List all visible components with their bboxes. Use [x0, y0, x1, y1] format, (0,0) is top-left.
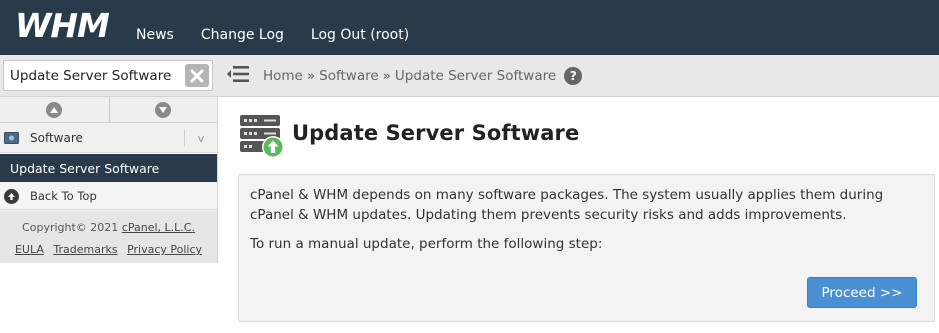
copyright-text: Copyright© 2021 [22, 221, 119, 234]
scroll-up-button[interactable] [0, 97, 109, 123]
back-to-top-label: Back To Top [30, 189, 97, 203]
copyright: Copyright© 2021 cPanel, L.L.C. [0, 221, 217, 234]
svg-text:WHM: WHM [15, 9, 110, 41]
search-input[interactable] [4, 61, 182, 90]
proceed-button[interactable]: Proceed >> [807, 277, 917, 308]
description-text: cPanel & WHM depends on many software pa… [250, 187, 884, 223]
sidebar-category-software[interactable]: Software v [0, 124, 217, 153]
software-icon [4, 132, 19, 144]
content-panel: cPanel & WHM depends on many software pa… [238, 174, 935, 322]
breadcrumb-software[interactable]: Software [319, 68, 379, 84]
back-to-top-link[interactable]: Back To Top [0, 183, 217, 210]
chevron-up-icon [46, 102, 63, 118]
sub-bar: Home » Software » Update Server Software… [0, 55, 939, 97]
breadcrumb-separator: » [382, 67, 391, 84]
help-icon[interactable]: ? [564, 66, 583, 85]
top-nav: News Change Log Log Out (root) [136, 0, 436, 55]
top-bar: WHM News Change Log Log Out (root) [0, 0, 939, 55]
breadcrumb-home[interactable]: Home [263, 68, 303, 84]
sidebar-footer: Copyright© 2021 cPanel, L.L.C. EULA Trad… [0, 211, 217, 263]
company-link[interactable]: cPanel, L.L.C. [122, 221, 195, 234]
chevron-down-icon [155, 102, 172, 118]
sidebar-item-update-server-software[interactable]: Update Server Software [0, 154, 217, 182]
sidebar-nav-buttons [0, 97, 217, 123]
search-box [3, 60, 213, 91]
menu-toggle-icon[interactable] [226, 64, 250, 84]
page-title: Update Server Software [292, 121, 580, 145]
instruction-text: To run a manual update, perform the foll… [250, 236, 603, 252]
privacy-policy-link[interactable]: Privacy Policy [127, 243, 202, 256]
chevron-down-icon[interactable]: v [184, 129, 217, 147]
trademarks-link[interactable]: Trademarks [53, 243, 117, 256]
sidebar: Software v Update Server Software Back T… [0, 97, 218, 333]
footer-links: EULA Trademarks Privacy Policy [0, 243, 217, 256]
sidebar-category-label: Software [30, 131, 83, 145]
close-icon [190, 69, 204, 82]
main-content: Update Server Software cPanel & WHM depe… [218, 98, 939, 333]
sidebar-empty-area [0, 263, 218, 333]
server-update-icon [240, 115, 284, 158]
breadcrumb-separator: » [306, 67, 316, 84]
nav-change-log[interactable]: Change Log [201, 27, 284, 43]
whm-logo[interactable]: WHM [14, 9, 118, 41]
arrow-up-icon [4, 188, 19, 204]
nav-news[interactable]: News [136, 27, 174, 43]
breadcrumb-current: Update Server Software [394, 67, 557, 84]
eula-link[interactable]: EULA [15, 243, 44, 256]
clear-search-button[interactable] [185, 64, 209, 87]
scroll-down-button[interactable] [108, 97, 218, 123]
nav-logout[interactable]: Log Out (root) [311, 27, 409, 43]
breadcrumb: Home » Software » Update Server Software… [263, 55, 583, 96]
